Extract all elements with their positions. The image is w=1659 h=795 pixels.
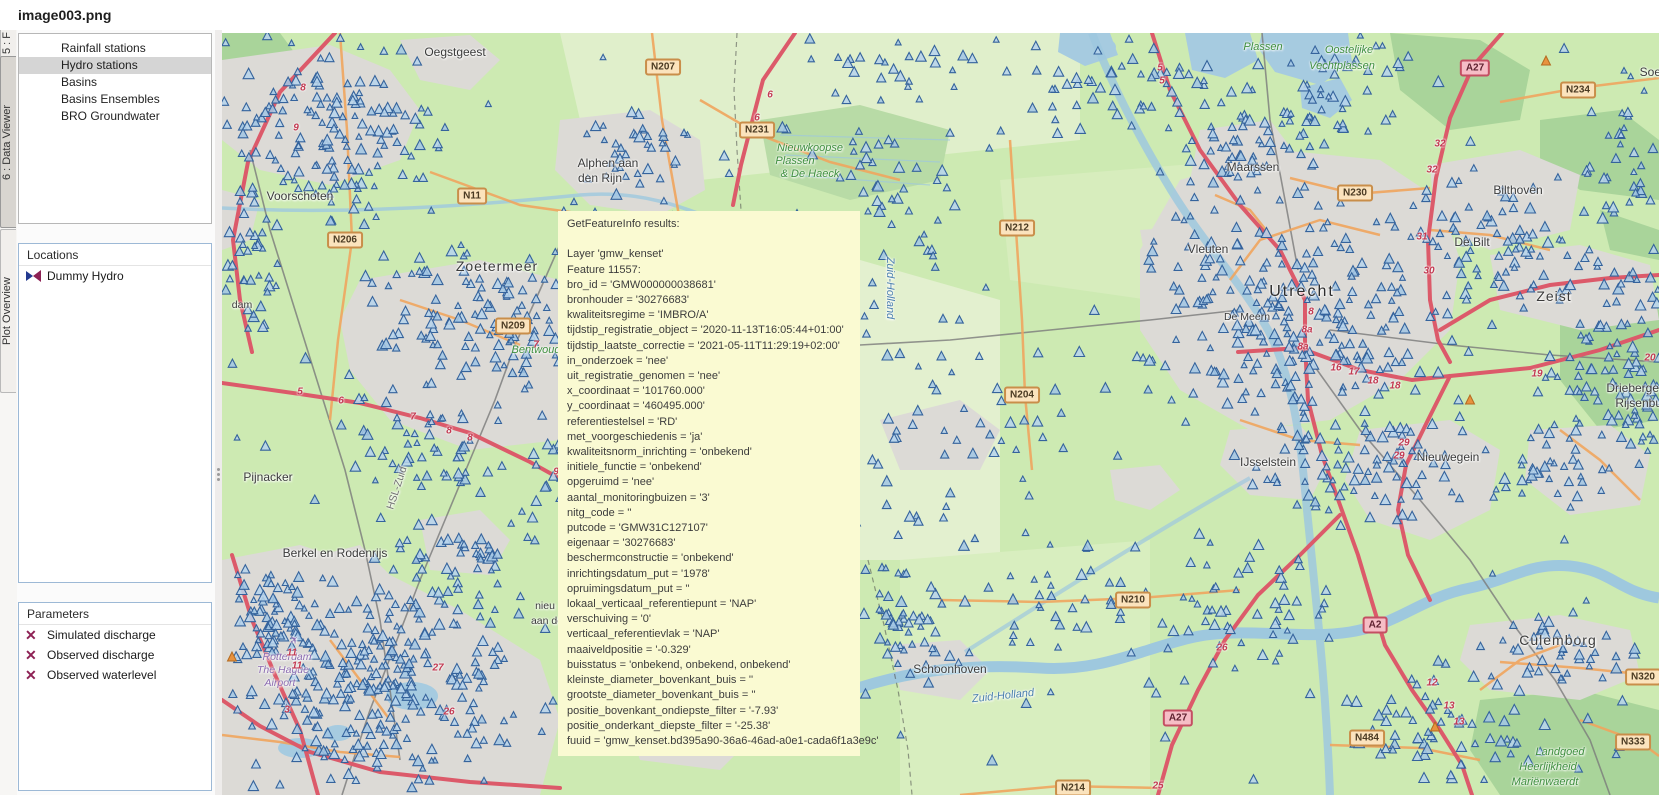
layer-item-rainfall-stations[interactable]: Rainfall stations <box>19 40 211 57</box>
title-bar: image003.png <box>0 0 1659 30</box>
layer-item-basins[interactable]: Basins <box>19 74 211 91</box>
x-icon: ✕ <box>25 629 43 641</box>
getfeatureinfo-text: GetFeatureInfo results: Layer 'gmw_kense… <box>567 217 860 749</box>
layer-item-hydro-stations[interactable]: Hydro stations <box>19 57 211 74</box>
layers-list: Rainfall stationsHydro stationsBasinsBas… <box>18 33 212 224</box>
parameter-item-simulated-discharge[interactable]: ✕ Simulated discharge <box>19 625 211 645</box>
map-canvas[interactable]: OegstgeestVoorschotendamZoetermeerAlphen… <box>222 33 1659 795</box>
parameter-item-label: Observed discharge <box>47 648 154 662</box>
tab-plot-overview[interactable]: Plot Overview <box>0 229 16 393</box>
splitter-grip-icon <box>217 466 220 483</box>
layer-item-basins-ensembles[interactable]: Basins Ensembles <box>19 91 211 108</box>
locations-header: Locations <box>19 244 211 266</box>
getfeatureinfo-popup: GetFeatureInfo results: Layer 'gmw_kense… <box>558 211 860 756</box>
map-base-layer <box>222 33 1659 795</box>
parameter-item-label: Simulated discharge <box>47 628 156 642</box>
location-flag-icon <box>25 269 43 283</box>
location-item-label: Dummy Hydro <box>47 269 124 283</box>
parameter-item-observed-discharge[interactable]: ✕ Observed discharge <box>19 645 211 665</box>
parameters-panel: Parameters ✕ Simulated discharge ✕ Observed… <box>18 602 212 791</box>
parameter-item-label: Observed waterlevel <box>47 668 156 682</box>
parameters-header: Parameters <box>19 603 211 625</box>
tab-5-f[interactable]: 5 : F <box>0 28 16 58</box>
vertical-tab-strip: 5 : F6 : Data ViewerPlot Overview <box>0 30 17 795</box>
sidebar: Rainfall stationsHydro stationsBasinsBas… <box>17 30 215 795</box>
window-title: image003.png <box>18 7 111 23</box>
location-item-dummy-hydro[interactable]: Dummy Hydro <box>19 266 211 286</box>
layer-item-bro-groundwater[interactable]: BRO Groundwater <box>19 108 211 125</box>
locations-panel: Locations Dummy Hydro <box>18 243 212 583</box>
parameter-item-observed-waterlevel[interactable]: ✕ Observed waterlevel <box>19 665 211 685</box>
x-icon: ✕ <box>25 649 43 661</box>
sidebar-splitter[interactable] <box>215 30 222 795</box>
tab-6-data-viewer[interactable]: 6 : Data Viewer <box>0 56 16 228</box>
x-icon: ✕ <box>25 669 43 681</box>
